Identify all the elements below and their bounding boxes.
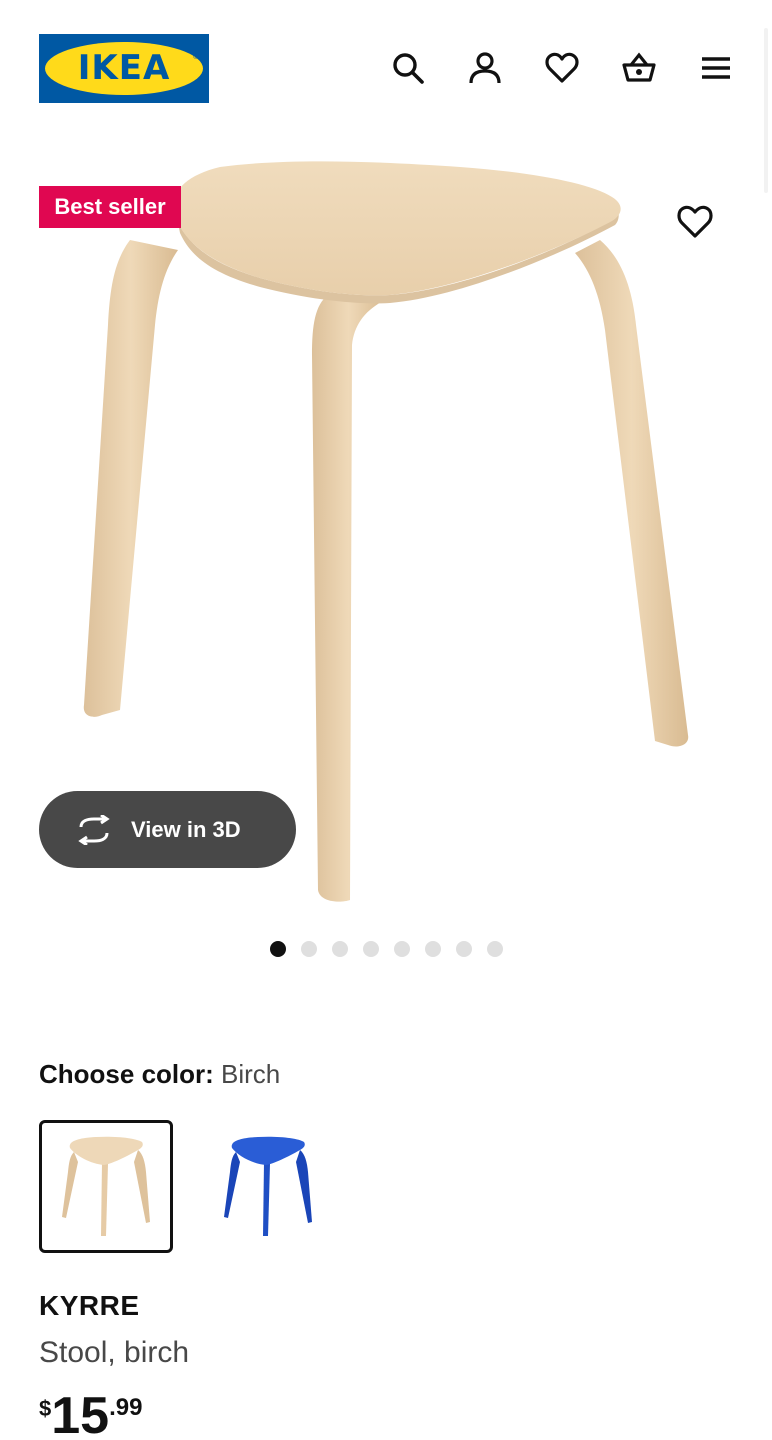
- price-currency: $: [39, 1396, 52, 1421]
- birch-stool-thumbnail: [62, 1136, 150, 1236]
- ikea-logo[interactable]: IKEA ®: [39, 34, 209, 103]
- logo-text: IKEA: [77, 48, 171, 88]
- gallery-dot-5[interactable]: [394, 941, 410, 957]
- heart-icon[interactable]: [543, 48, 580, 88]
- site-header: IKEA ®: [0, 0, 772, 140]
- add-to-favorites-icon[interactable]: [676, 203, 714, 241]
- rotate-3d-icon: [78, 814, 110, 845]
- product-description: Stool, birch: [39, 1336, 190, 1369]
- color-swatch-birch[interactable]: [39, 1120, 173, 1253]
- gallery-dot-1[interactable]: [270, 941, 286, 957]
- color-swatch-blue[interactable]: [201, 1120, 335, 1253]
- color-swatches: [39, 1120, 335, 1253]
- gallery-dot-2[interactable]: [301, 941, 317, 957]
- view-in-3d-button[interactable]: View in 3D: [39, 791, 296, 868]
- selected-color-value: Birch: [221, 1059, 281, 1089]
- gallery-dot-3[interactable]: [332, 941, 348, 957]
- logo-registered-mark: ®: [193, 52, 199, 61]
- gallery-dot-6[interactable]: [425, 941, 441, 957]
- product-name: KYRRE: [39, 1290, 140, 1321]
- blue-stool-thumbnail: [224, 1136, 312, 1236]
- gallery-pagination: [270, 941, 503, 957]
- price-whole: 15: [51, 1387, 110, 1440]
- price-decimal: .99: [109, 1394, 143, 1421]
- search-icon[interactable]: [389, 48, 426, 88]
- best-seller-badge: Best seller: [39, 186, 181, 228]
- menu-icon[interactable]: [697, 48, 734, 88]
- gallery-dot-8[interactable]: [487, 941, 503, 957]
- view-in-3d-label: View in 3D: [131, 816, 241, 842]
- gallery-dot-4[interactable]: [363, 941, 379, 957]
- choose-color-label: Choose color: Birch: [39, 1059, 280, 1090]
- basket-icon[interactable]: [620, 48, 657, 88]
- choose-color-heading: Choose color:: [39, 1059, 214, 1089]
- header-nav: [389, 48, 734, 88]
- account-icon[interactable]: [466, 48, 503, 88]
- product-price: $ 15 .99: [39, 1386, 142, 1440]
- gallery-dot-7[interactable]: [456, 941, 472, 957]
